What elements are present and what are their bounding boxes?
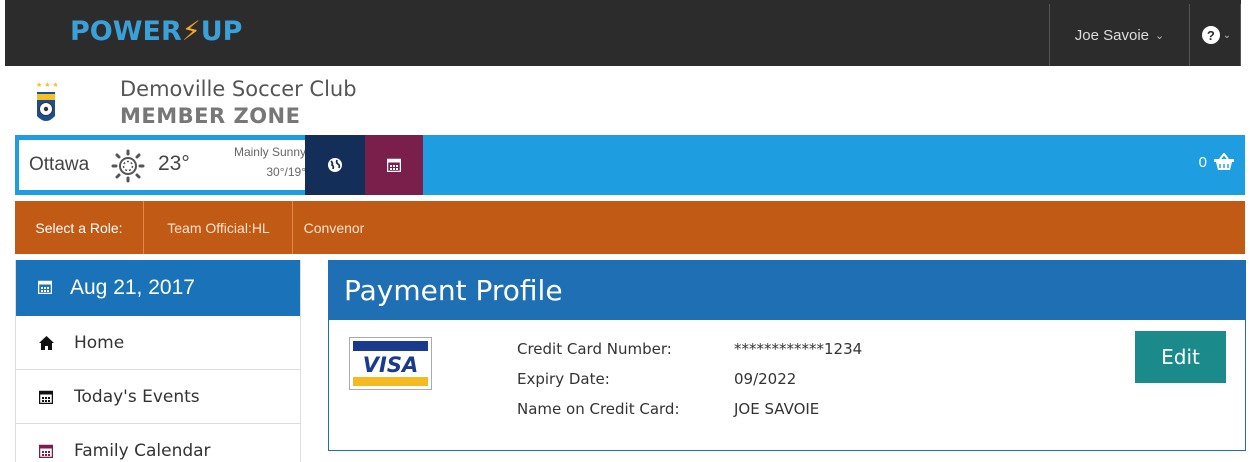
chevron-down-icon: ⌄ (1222, 29, 1232, 41)
weather-temp: 23° (158, 152, 190, 175)
role-team-official[interactable]: Team Official:HL (145, 201, 293, 254)
current-date: Aug 21, 2017 (70, 276, 195, 299)
top-navbar: POWER⚡UP Joe Savoie ⌄ ? ⌄ (5, 0, 1241, 66)
card-name-label: Name on Credit Card: (517, 400, 680, 418)
weather-range: 30°/19° (266, 165, 306, 179)
globe-button[interactable] (305, 135, 365, 195)
sun-icon (111, 149, 145, 183)
panel-title: Payment Profile (329, 261, 1245, 320)
weather-widget: Ottawa 23° Mainly Sunny 30°/19° (19, 140, 310, 190)
sidebar-item-label: Home (74, 332, 125, 353)
calendar-icon (387, 158, 401, 172)
calendar-icon (38, 444, 54, 458)
powerup-logo[interactable]: POWER⚡UP (70, 16, 242, 47)
card-name-value: JOE SAVOIE (734, 400, 820, 418)
calendar-button[interactable] (365, 135, 423, 195)
basket-icon (1214, 153, 1234, 170)
sidebar: Aug 21, 2017 Home Today's Events Family … (15, 260, 301, 462)
home-icon (38, 335, 54, 350)
weather-description: Mainly Sunny (233, 145, 306, 159)
user-name: Joe Savoie (1074, 26, 1149, 44)
bolt-icon: ⚡ (181, 16, 201, 47)
svg-text:★ ★ ★: ★ ★ ★ (36, 81, 57, 89)
logo-suffix: UP (200, 16, 243, 47)
visa-card-icon: VISA (349, 337, 432, 390)
sidebar-item-family-calendar[interactable]: Family Calendar (16, 424, 300, 462)
edit-button[interactable]: Edit (1135, 331, 1226, 383)
soccer-club-crest-icon: ★ ★ ★ (36, 81, 57, 121)
sidebar-item-label: Family Calendar (74, 440, 211, 461)
chevron-down-icon: ⌄ (1155, 29, 1165, 42)
sidebar-item-home[interactable]: Home (16, 316, 300, 370)
club-name: Demoville Soccer Club (120, 77, 357, 101)
cart-count: 0 (1198, 153, 1207, 171)
logo-text: POWER (70, 16, 182, 47)
calendar-icon (38, 390, 54, 404)
expiry-date-value: 09/2022 (734, 370, 797, 388)
utility-bar: Ottawa 23° Mainly Sunny 30°/19° 0 (15, 135, 1245, 195)
role-selector-bar: Select a Role: Team Official:HL Convenor (15, 201, 1245, 254)
sidebar-date-header: Aug 21, 2017 (16, 260, 300, 316)
role-selector-label: Select a Role: (15, 201, 144, 254)
member-zone-title: MEMBER ZONE (120, 104, 301, 128)
role-convenor[interactable]: Convenor (294, 201, 374, 254)
card-number-label: Credit Card Number: (517, 340, 672, 358)
expiry-date-label: Expiry Date: (517, 370, 610, 388)
user-menu-dropdown[interactable]: Joe Savoie ⌄ (1049, 4, 1190, 66)
globe-icon (328, 158, 342, 172)
card-number-value: ************1234 (734, 340, 863, 358)
card-brand: VISA (362, 353, 419, 377)
cart-button[interactable]: 0 (1199, 153, 1235, 171)
sidebar-item-label: Today's Events (74, 386, 200, 407)
question-circle-icon: ? (1201, 26, 1220, 44)
help-menu-dropdown[interactable]: ? ⌄ (1193, 4, 1241, 66)
sidebar-item-todays-events[interactable]: Today's Events (16, 370, 300, 424)
payment-profile-panel: Payment Profile VISA Credit Card Number:… (328, 260, 1246, 451)
weather-city: Ottawa (29, 154, 90, 175)
calendar-icon (37, 276, 53, 300)
